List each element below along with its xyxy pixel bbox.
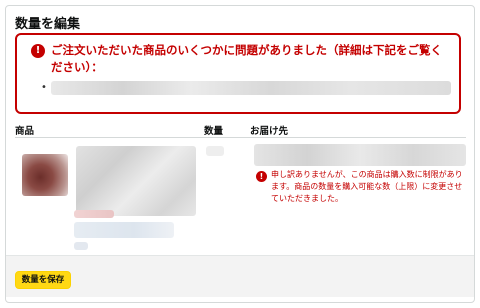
redacted-product-meta bbox=[74, 242, 88, 250]
redacted-product-name[interactable] bbox=[76, 146, 196, 216]
column-header-delivery: お届け先 bbox=[250, 126, 289, 137]
redacted-quantity[interactable] bbox=[206, 146, 224, 156]
redacted-delivery-address bbox=[254, 144, 466, 166]
alert-message: ご注文いただいた商品のいくつかに問題がありました（詳細は下記をご覧ください）： bbox=[51, 43, 442, 74]
quantity-limit-message: 申し訳ありませんが、この商品は購入数に制限があります。商品の数量を購入可能な数（… bbox=[271, 170, 463, 203]
redacted-alert-detail bbox=[51, 81, 451, 95]
column-header-product: 商品 bbox=[15, 126, 35, 137]
save-quantity-button[interactable]: 数量を保存 bbox=[15, 271, 71, 289]
redacted-product-meta bbox=[74, 222, 174, 238]
column-header-quantity: 数量 bbox=[204, 126, 224, 137]
footer-bar: 数量を保存 bbox=[6, 255, 474, 297]
product-image[interactable] bbox=[22, 154, 68, 196]
error-alert-box: ! ご注文いただいた商品のいくつかに問題がありました（詳細は下記をご覧ください）… bbox=[15, 33, 461, 114]
header-divider bbox=[15, 137, 466, 138]
page-title: 数量を編集 bbox=[15, 17, 81, 32]
redacted-product-meta bbox=[74, 210, 114, 218]
alert-icon: ! bbox=[31, 44, 45, 58]
alert-icon: ! bbox=[256, 171, 267, 182]
alert-bullet: • bbox=[41, 82, 47, 93]
